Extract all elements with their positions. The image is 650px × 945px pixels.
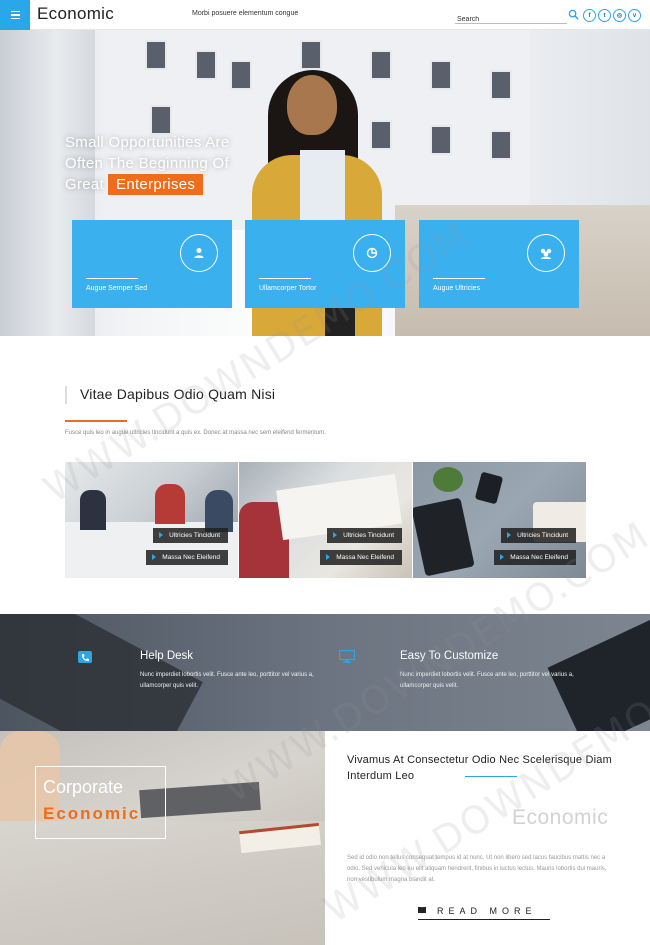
search-field [455, 8, 567, 27]
service-text: Nunc imperdiet lobortis velit. Fusce ant… [400, 672, 574, 689]
hero-heading-line: Small Opportunities Are [65, 134, 230, 151]
window-graphic [430, 60, 452, 90]
twitter-icon[interactable]: t [598, 9, 611, 22]
window-graphic [490, 130, 512, 160]
read-more-button[interactable]: READ MORE [418, 903, 550, 920]
hero-heading-line: Great [65, 176, 105, 193]
gallery-tile-3[interactable]: Ultricies Tincidunt Massa Nec Eleifend [413, 462, 586, 578]
section-title-underline [65, 420, 127, 422]
window-graphic [300, 40, 322, 70]
window-graphic [145, 40, 167, 70]
user-icon [180, 234, 218, 272]
feature-box-2[interactable]: Ullamcorper Tortor [245, 220, 405, 308]
instagram-icon[interactable]: ◎ [613, 9, 626, 22]
promo-title: Vivamus At Consectetur Odio Nec Sceleris… [347, 754, 612, 782]
search-icon[interactable] [568, 9, 579, 20]
brand-logo[interactable]: Economic [37, 4, 114, 24]
read-more-label: READ MORE [437, 906, 537, 916]
promo-text: Sed id odio non tellus consequat tempus … [347, 855, 607, 883]
gallery-tag[interactable]: Massa Nec Eleifend [320, 550, 402, 565]
group-icon [527, 234, 565, 272]
hero-heading: Small Opportunities Are Often The Beginn… [65, 132, 229, 195]
phone-icon [78, 651, 92, 663]
service-title: Help Desk [140, 650, 194, 662]
feature-label: Ullamcorper Tortor [259, 285, 317, 292]
gallery-tile-2[interactable]: Ultricies Tincidunt Massa Nec Eleifend [239, 462, 412, 578]
social-links: f t ◎ v [583, 9, 641, 22]
feature-label: Augue Ultricies [433, 285, 481, 292]
hero-heading-line: Often The Beginning Of [65, 155, 229, 172]
feature-divider [259, 278, 311, 279]
person-graphic [155, 484, 185, 524]
page: Economic Morbi posuere elementum congue … [0, 0, 650, 945]
search-input[interactable] [455, 12, 555, 27]
tablet-graphic [413, 497, 475, 577]
person-graphic [205, 490, 233, 532]
plant-graphic [433, 467, 463, 492]
window-graphic [150, 105, 172, 135]
book-icon [418, 907, 426, 914]
top-header: Economic Morbi posuere elementum congue … [0, 0, 650, 30]
feature-box-3[interactable]: Augue Ultricies [419, 220, 579, 308]
section-description: Fusce quis leo in augue ultricies tincid… [65, 430, 326, 436]
person-graphic [80, 490, 106, 530]
hero-person-face-graphic [287, 75, 337, 135]
feature-label: Augue Semper Sed [86, 285, 148, 292]
gallery-tile-1[interactable]: Ultricies Tincidunt Massa Nec Eleifend [65, 462, 238, 578]
gallery-tag[interactable]: Massa Nec Eleifend [494, 550, 576, 565]
gallery-tag[interactable]: Ultricies Tincidunt [501, 528, 576, 543]
window-graphic [430, 125, 452, 155]
promo-watermark: Economic [512, 806, 609, 829]
feature-divider [86, 278, 138, 279]
menu-icon[interactable] [0, 0, 30, 30]
section-title: Vitae Dapibus Odio Quam Nisi [80, 386, 276, 402]
monitor-icon [339, 650, 355, 663]
corporate-title: Corporate [43, 777, 124, 797]
image-gallery: Ultricies Tincidunt Massa Nec Eleifend U… [65, 462, 586, 578]
window-graphic [370, 120, 392, 150]
window-graphic [370, 50, 392, 80]
window-graphic [230, 60, 252, 90]
service-text: Nunc imperdiet lobortis velit. Fusce ant… [140, 672, 314, 689]
promo-title-underline [465, 776, 517, 777]
section-title-bar [65, 386, 67, 404]
vimeo-icon[interactable]: v [628, 9, 641, 22]
site-tagline: Morbi posuere elementum congue [192, 10, 299, 17]
service-title: Easy To Customize [400, 650, 499, 662]
gallery-tag[interactable]: Ultricies Tincidunt [327, 528, 402, 543]
corporate-subtitle: Economic [43, 804, 141, 823]
gallery-tag[interactable]: Massa Nec Eleifend [146, 550, 228, 565]
feature-divider [433, 278, 485, 279]
window-graphic [490, 70, 512, 100]
phone-graphic [474, 471, 504, 505]
hero-heading-accent: Enterprises [108, 174, 204, 195]
gallery-tag[interactable]: Ultricies Tincidunt [153, 528, 228, 543]
feature-box-1[interactable]: Augue Semper Sed [72, 220, 232, 308]
facebook-icon[interactable]: f [583, 9, 596, 22]
chart-icon [353, 234, 391, 272]
window-graphic [195, 50, 217, 80]
